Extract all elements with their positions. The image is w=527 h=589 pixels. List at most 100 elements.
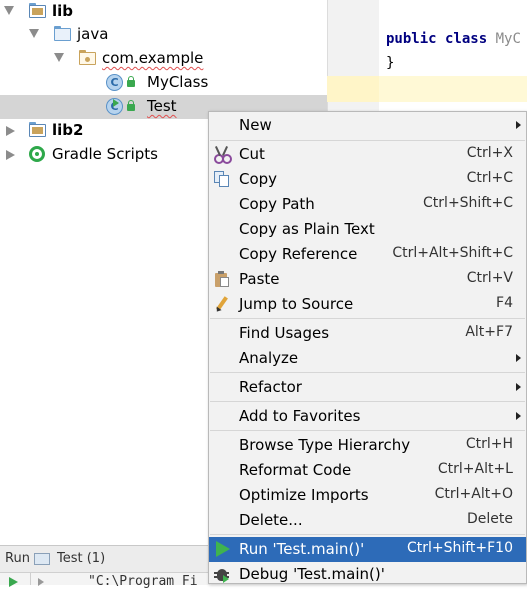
menu-item-copy-path[interactable]: Copy Path Ctrl+Shift+C: [209, 192, 526, 217]
menu-item-label: Copy: [239, 170, 278, 188]
menu-item-label: Add to Favorites: [239, 407, 361, 425]
rerun-icon[interactable]: [9, 577, 18, 587]
menu-item-add-to-favorites[interactable]: Add to Favorites: [209, 404, 526, 429]
tree-item-myclass[interactable]: C MyClass: [0, 71, 327, 95]
tree-item-label: lib: [52, 2, 74, 20]
submenu-arrow-icon: [516, 383, 521, 391]
tree-item-label: lib2: [52, 121, 84, 139]
lock-icon: [127, 100, 135, 111]
code-line-closing-brace[interactable]: }: [386, 55, 394, 71]
code-line-class-declaration[interactable]: public class MyC: [386, 31, 521, 47]
run-icon: [214, 541, 230, 557]
menu-item-label: Reformat Code: [239, 461, 352, 479]
menu-item-shortcut: Ctrl+Alt+L: [437, 461, 513, 477]
run-tab-icon: [34, 553, 50, 565]
run-console: "C:\Program Fi: [0, 572, 210, 589]
gutter-current-line: [327, 76, 379, 102]
menu-separator: [210, 318, 525, 319]
collapse-arrow-icon[interactable]: [6, 150, 15, 160]
menu-item-label: Run 'Test.main()': [239, 540, 365, 558]
expand-arrow-icon[interactable]: [54, 53, 64, 62]
menu-item-refactor[interactable]: Refactor: [209, 375, 526, 400]
code-keywords: public class: [386, 31, 488, 47]
menu-item-label: New: [239, 116, 272, 134]
menu-item-shortcut: Ctrl+H: [465, 436, 513, 452]
paste-icon: [214, 271, 230, 287]
source-folder-icon: [54, 26, 71, 41]
menu-item-shortcut: Alt+F7: [465, 324, 513, 340]
menu-item-cut[interactable]: Cut Ctrl+X: [209, 142, 526, 167]
menu-item-label: Paste: [239, 270, 280, 288]
debug-icon: [214, 566, 230, 583]
collapse-arrow-icon[interactable]: [6, 126, 15, 136]
module-folder-icon: [29, 3, 46, 18]
menu-item-shortcut: Ctrl+Shift+C: [423, 195, 513, 211]
menu-item-label: Analyze: [239, 349, 299, 367]
tree-item-label: Gradle Scripts: [52, 145, 158, 163]
menu-separator: [210, 534, 525, 535]
context-menu: New Cut Ctrl+X Copy Ctrl+C Copy Path Ctr…: [208, 111, 527, 584]
menu-item-label: Optimize Imports: [239, 486, 369, 504]
menu-item-label: Copy as Plain Text: [239, 220, 375, 238]
tree-item-label: java: [77, 25, 109, 43]
menu-item-browse-type-hierarchy[interactable]: Browse Type Hierarchy Ctrl+H: [209, 433, 526, 458]
expand-arrow-icon[interactable]: [4, 6, 14, 15]
tree-item-label: com.example: [102, 49, 204, 67]
menu-item-shortcut: Ctrl+X: [466, 145, 513, 161]
menu-item-shortcut: Delete: [467, 511, 513, 527]
console-output: "C:\Program Fi: [88, 574, 198, 589]
lock-icon: [127, 76, 135, 87]
menu-item-jump-to-source[interactable]: Jump to Source F4: [209, 292, 526, 317]
menu-separator: [210, 401, 525, 402]
menu-item-label: Jump to Source: [239, 295, 354, 313]
run-tab-test[interactable]: Test (1): [57, 551, 105, 566]
menu-item-label: Browse Type Hierarchy: [239, 436, 411, 454]
menu-item-label: Find Usages: [239, 324, 330, 342]
menu-item-label: Delete...: [239, 511, 303, 529]
editor-current-line: [379, 76, 527, 102]
expand-arrow-icon[interactable]: [29, 29, 39, 38]
menu-item-label: Refactor: [239, 378, 302, 396]
menu-item-analyze[interactable]: Analyze: [209, 346, 526, 371]
run-tool-window-bar: Run Test (1): [0, 545, 210, 572]
menu-item-run-test-main[interactable]: Run 'Test.main()' Ctrl+Shift+F10: [209, 537, 526, 562]
tree-item-java[interactable]: java: [0, 23, 327, 47]
java-class-icon: C: [106, 74, 123, 91]
gradle-icon: [29, 146, 45, 162]
menu-item-label: Copy Path: [239, 195, 315, 213]
tree-item-label: Test: [147, 97, 177, 115]
menu-item-shortcut: Ctrl+Shift+F10: [406, 540, 513, 556]
package-icon: [79, 50, 96, 65]
menu-item-shortcut: Ctrl+Alt+O: [434, 486, 513, 502]
scissors-icon: [214, 146, 232, 164]
menu-item-label: Cut: [239, 145, 265, 163]
menu-item-shortcut: F4: [496, 295, 513, 311]
menu-item-copy-as-plain-text[interactable]: Copy as Plain Text: [209, 217, 526, 242]
tree-item-label: MyClass: [147, 73, 209, 91]
menu-item-shortcut: Ctrl+C: [466, 170, 513, 186]
toolbar-separator: [30, 573, 31, 585]
tree-item-com-example[interactable]: com.example: [0, 47, 327, 71]
run-window-title: Run: [5, 551, 30, 566]
menu-separator: [210, 140, 525, 141]
menu-separator: [210, 430, 525, 431]
menu-item-copy[interactable]: Copy Ctrl+C: [209, 167, 526, 192]
menu-item-shortcut: Ctrl+V: [466, 270, 513, 286]
menu-item-reformat-code[interactable]: Reformat Code Ctrl+Alt+L: [209, 458, 526, 483]
submenu-arrow-icon: [516, 121, 521, 129]
jump-to-source-icon: [214, 296, 230, 314]
step-arrow-icon[interactable]: [38, 578, 44, 586]
menu-item-debug-test-main[interactable]: Debug 'Test.main()': [209, 562, 526, 583]
menu-item-label: Debug 'Test.main()': [239, 565, 385, 583]
menu-item-new[interactable]: New: [209, 113, 526, 138]
menu-item-optimize-imports[interactable]: Optimize Imports Ctrl+Alt+O: [209, 483, 526, 508]
menu-item-copy-reference[interactable]: Copy Reference Ctrl+Alt+Shift+C: [209, 242, 526, 267]
submenu-arrow-icon: [516, 354, 521, 362]
submenu-arrow-icon: [516, 412, 521, 420]
menu-item-delete[interactable]: Delete... Delete: [209, 508, 526, 533]
menu-item-find-usages[interactable]: Find Usages Alt+F7: [209, 321, 526, 346]
menu-separator: [210, 372, 525, 373]
menu-item-paste[interactable]: Paste Ctrl+V: [209, 267, 526, 292]
tree-item-lib[interactable]: lib: [0, 0, 327, 24]
menu-item-shortcut: Ctrl+Alt+Shift+C: [392, 245, 513, 261]
